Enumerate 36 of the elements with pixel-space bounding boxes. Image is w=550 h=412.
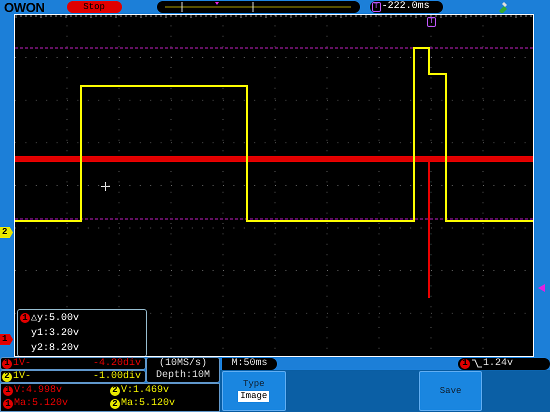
measurement-value: V:1.469v [121, 386, 170, 396]
trigger-level: 1.24v [483, 358, 514, 368]
sample-rate: (10MS/s) [158, 358, 207, 370]
channel-badge: 1 [3, 386, 13, 396]
channel-badge: 2 [110, 386, 120, 396]
crosshair-icon [101, 182, 110, 191]
channel-marker: 2 [0, 227, 13, 238]
brand-logo: OWON [4, 0, 45, 14]
channel-badge: 1 [460, 358, 470, 368]
channel-offset: -1.00div [92, 372, 141, 382]
timebase-pill: M:50ms [222, 358, 277, 370]
channel-badge: 1 [20, 313, 30, 323]
measurement-value: V:4.998v [14, 386, 62, 396]
memory-depth: Depth:10M [156, 370, 210, 382]
menu-option-button[interactable]: Type Image [222, 371, 286, 411]
cursor-reading: y1:3.20v [31, 326, 80, 340]
channel-marker: 1 [0, 334, 13, 345]
cursor-reading: △y:5.00v [31, 312, 80, 326]
channel-scale: 1V- [13, 358, 32, 368]
save-button[interactable]: Save [418, 371, 482, 411]
channel-offset: -4.20div [92, 358, 141, 368]
measurement-value: Ma:5.120v [14, 399, 68, 410]
falling-edge-icon [472, 359, 482, 368]
channel-badge: 2 [2, 372, 12, 382]
channel-scale: 1V- [13, 372, 32, 382]
channel-badge: 1 [2, 358, 12, 368]
trigger-level-marker [538, 284, 546, 292]
cursor-reading: y2:8.20v [31, 342, 80, 356]
trigger-badge: T [372, 2, 381, 12]
run-status-badge: Stop [66, 1, 122, 13]
channel-badge: 2 [110, 399, 120, 410]
channel-badge: 1 [3, 399, 13, 410]
measurement-value: Ma:5.120v [121, 399, 176, 410]
trigger-time: -222.0ms [382, 2, 430, 12]
trigger-position-marker: T [427, 17, 436, 27]
option-value: Image [238, 391, 270, 402]
